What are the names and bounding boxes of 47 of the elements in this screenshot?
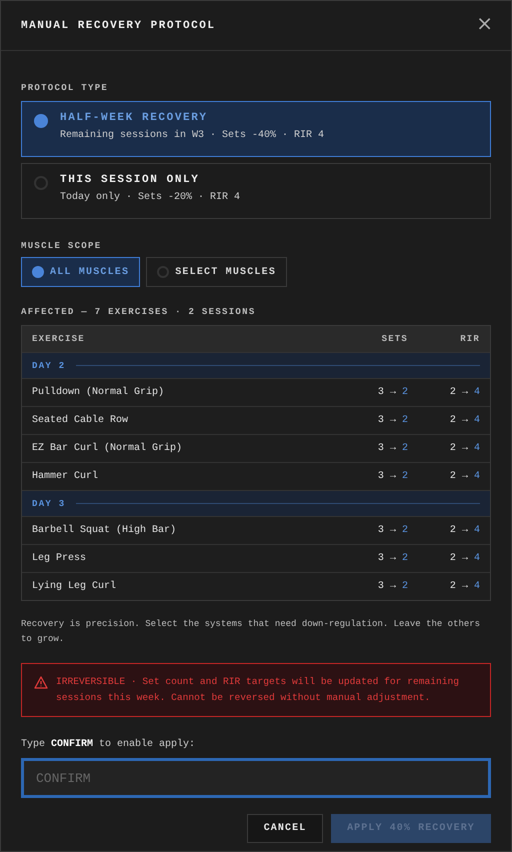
protocol-option[interactable]: HALF-WEEK RECOVERY Remaining sessions in W3 · Sets -40% · RIR 4 (21, 101, 491, 157)
table-cell-text: 3 → 2 (376, 415, 408, 426)
table-cell-text: Pulldown (Normal Grip) (32, 387, 166, 398)
table-cell-text: 2 → 4 (448, 581, 480, 592)
column-header: SETS (380, 334, 408, 344)
scope-option[interactable]: ALL MUSCLES (21, 257, 140, 287)
table-cell-text: Seated Cable Row (32, 415, 130, 426)
table-cell-text: 3 → 2 (376, 443, 408, 454)
table-cell-text: 2 → 4 (448, 553, 480, 564)
table-cell-text: 2 → 4 (448, 415, 480, 426)
confirm-label: Type CONFIRM to enable apply: (21, 739, 196, 750)
radio-icon (34, 114, 48, 128)
warning-icon (34, 676, 48, 689)
table-cell-text: Barbell Squat (High Bar) (32, 525, 178, 536)
option-title: HALF-WEEK RECOVERY (60, 112, 209, 124)
table-cell-text: 2 → 4 (448, 471, 480, 482)
table-cell-text: EZ Bar Curl (Normal Grip) (32, 443, 184, 454)
table-cell-text: Leg Press (32, 553, 88, 564)
day-label: DAY 3 (32, 498, 66, 508)
column-header: EXERCISE (32, 334, 86, 344)
table-cell-text: 3 → 2 (376, 525, 408, 536)
section-label: AFFECTED — 7 EXERCISES · 2 SESSIONS (21, 307, 257, 317)
option-detail: Remaining sessions in W3 · Sets -40% · RIR 4 (60, 130, 324, 141)
table-cell-text: 3 → 2 (376, 471, 408, 482)
protocol-option[interactable]: THIS SESSION ONLY Today only · Sets -20% · RIR 4 (21, 163, 491, 219)
warning-text: IRREVERSIBLE · Set count and RIR targets will be updated for remaining sessions this week. Cannot be reversed without manual adjustment. (56, 675, 460, 705)
section-label: PROTOCOL TYPE (21, 83, 110, 93)
option-detail: Today only · Sets -20% · RIR 4 (60, 192, 240, 203)
note-text: Recovery is precision. Select the systems that need down-regulation. Leave the others to grow. (21, 618, 482, 646)
close-button[interactable]: × (472, 12, 497, 32)
confirm-input[interactable]: CONFIRM (21, 758, 491, 798)
table-cell-text: 2 → 4 (448, 525, 480, 536)
table-cell-text: Lying Leg Curl (32, 581, 118, 592)
radio-icon (34, 176, 48, 190)
table-cell-text: 2 → 4 (448, 387, 480, 398)
table-cell-text: 3 → 2 (376, 581, 408, 592)
option-title: THIS SESSION ONLY (60, 174, 200, 186)
cancel-button[interactable]: CANCEL (247, 814, 323, 843)
table-cell-text: 3 → 2 (376, 553, 408, 564)
table-cell-text: 2 → 4 (448, 443, 480, 454)
table-cell-text: 3 → 2 (376, 387, 408, 398)
column-header: RIR (459, 334, 480, 344)
day-label: DAY 2 (32, 360, 66, 370)
table-cell-text: Hammer Curl (32, 471, 100, 482)
section-label: MUSCLE SCOPE (21, 241, 102, 251)
scope-option[interactable]: SELECT MUSCLES (146, 257, 288, 287)
dialog-title: MANUAL RECOVERY PROTOCOL (21, 20, 216, 32)
